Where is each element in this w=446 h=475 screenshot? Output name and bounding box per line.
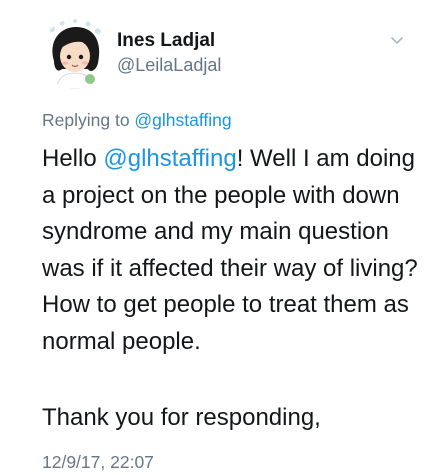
reply-context: Replying to @glhstaffing bbox=[42, 110, 232, 131]
chevron-down-icon[interactable] bbox=[387, 34, 407, 48]
tweet-body: ! Well I am doing a project on the peopl… bbox=[42, 145, 418, 355]
reply-context-mention[interactable]: @glhstaffing bbox=[134, 110, 231, 130]
reply-context-prefix: Replying to bbox=[42, 110, 135, 130]
tweet-greeting: Hello bbox=[42, 145, 104, 172]
tweet-closing: Thank you for responding, bbox=[42, 404, 321, 431]
avatar[interactable] bbox=[40, 19, 110, 89]
author-display-name[interactable]: Ines Ladjal bbox=[117, 30, 215, 52]
tweet-text: Hello @glhstaffing! Well I am doing a pr… bbox=[42, 141, 434, 360]
tweet-timestamp[interactable]: 12/9/17, 22:07 bbox=[42, 452, 154, 473]
author-handle[interactable]: @LeilaLadjal bbox=[117, 55, 221, 76]
tweet-mention-link[interactable]: @glhstaffing bbox=[103, 145, 236, 172]
